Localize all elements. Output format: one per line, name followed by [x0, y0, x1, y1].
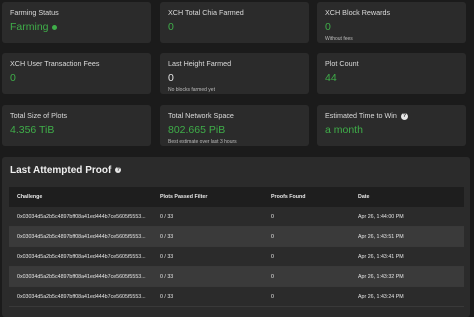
- farming-status-card: Farming Status Farming: [2, 2, 151, 43]
- card-value: 4.356 TiB: [10, 124, 55, 136]
- challenge-cell: 0x03034d5a2b5c4897bff08a41ed444b7ce5605f…: [17, 273, 146, 280]
- card-value: 0: [325, 21, 331, 33]
- total-chia-farmed-card: XCH Total Chia Farmed 0: [160, 2, 309, 43]
- column-header-plots-passed[interactable]: Plots Passed Filter: [152, 194, 263, 200]
- total-network-space-card: Total Network Space 802.665 PiB Best est…: [160, 105, 309, 146]
- plots-cell: 0 / 33: [160, 233, 174, 240]
- card-subtext: Best estimate over last 3 hours: [168, 139, 237, 145]
- card-value: a month: [325, 124, 363, 136]
- table-header: Challenge Plots Passed Filter Proofs Fou…: [9, 187, 464, 207]
- card-label: Plot Count: [325, 59, 359, 68]
- help-icon[interactable]: ?: [115, 167, 122, 174]
- challenge-cell: 0x03034d5a2b5c4897bff08a41ed444b7ce5605f…: [17, 293, 146, 300]
- proofs-cell: 0: [271, 273, 274, 280]
- card-label: Farming Status: [10, 8, 59, 17]
- column-header-challenge[interactable]: Challenge: [9, 194, 152, 200]
- card-label: Estimated Time to Win?: [325, 111, 458, 120]
- last-height-farmed-card: Last Height Farmed 0 No blocks farmed ye…: [160, 53, 309, 94]
- card-value: 0: [168, 21, 174, 33]
- plots-cell: 0 / 33: [160, 293, 174, 300]
- column-header-proofs-found[interactable]: Proofs Found: [263, 194, 350, 200]
- card-value: Farming: [10, 21, 143, 34]
- table-row[interactable]: 0x03034d5a2b5c4897bff08a41ed444b7ce5605f…: [9, 247, 464, 267]
- farming-status-value: Farming: [10, 21, 49, 33]
- proof-table: Challenge Plots Passed Filter Proofs Fou…: [9, 187, 464, 307]
- table-row[interactable]: 0x03034d5a2b5c4897bff08a41ed444b7ce5605f…: [9, 207, 464, 227]
- date-cell: Apr 26, 1:43:51 PM: [358, 233, 404, 240]
- card-subtext: Without fees: [325, 36, 353, 42]
- proofs-cell: 0: [271, 293, 274, 300]
- card-subtext: No blocks farmed yet: [168, 87, 215, 93]
- help-icon[interactable]: ?: [400, 112, 408, 120]
- proofs-cell: 0: [271, 213, 274, 220]
- challenge-cell: 0x03034d5a2b5c4897bff08a41ed444b7ce5605f…: [17, 233, 146, 240]
- card-value: 0: [10, 72, 16, 84]
- challenge-cell: 0x03034d5a2b5c4897bff08a41ed444b7ce5605f…: [17, 213, 146, 220]
- user-transaction-fees-card: XCH User Transaction Fees 0: [2, 53, 151, 94]
- estimated-time-to-win-card: Estimated Time to Win? a month: [317, 105, 466, 146]
- date-cell: Apr 26, 1:43:41 PM: [358, 253, 404, 260]
- proofs-cell: 0: [271, 253, 274, 260]
- date-cell: Apr 26, 1:44:00 PM: [358, 213, 404, 220]
- card-value: 802.665 PiB: [168, 124, 226, 136]
- plots-cell: 0 / 33: [160, 273, 174, 280]
- challenge-cell: 0x03034d5a2b5c4897bff08a41ed444b7ce5605f…: [17, 253, 146, 260]
- table-row[interactable]: 0x03034d5a2b5c4897bff08a41ed444b7ce5605f…: [9, 287, 464, 307]
- card-label: XCH Total Chia Farmed: [168, 8, 244, 17]
- card-label: XCH Block Rewards: [325, 8, 391, 17]
- card-label: XCH User Transaction Fees: [10, 59, 100, 68]
- total-size-of-plots-card: Total Size of Plots 4.356 TiB: [2, 105, 151, 146]
- column-header-date[interactable]: Date: [350, 194, 464, 200]
- table-row[interactable]: 0x03034d5a2b5c4897bff08a41ed444b7ce5605f…: [9, 267, 464, 287]
- card-label: Total Size of Plots: [10, 111, 68, 120]
- status-dot-icon: [51, 24, 57, 30]
- plot-count-card: Plot Count 44: [317, 53, 466, 94]
- card-label-text: Estimated Time to Win: [325, 111, 397, 120]
- plots-cell: 0 / 33: [160, 253, 174, 260]
- block-rewards-card: XCH Block Rewards 0 Without fees: [317, 2, 466, 43]
- proofs-cell: 0: [271, 233, 274, 240]
- card-value: 0: [168, 72, 174, 84]
- proof-title-text: Last Attempted Proof: [10, 165, 112, 176]
- date-cell: Apr 26, 1:43:24 PM: [358, 293, 404, 300]
- card-label: Last Height Farmed: [168, 59, 232, 68]
- card-value: 44: [325, 72, 337, 84]
- date-cell: Apr 26, 1:43:32 PM: [358, 273, 404, 280]
- last-attempted-proof-panel: Last Attempted Proof? Challenge Plots Pa…: [2, 157, 470, 317]
- table-row[interactable]: 0x03034d5a2b5c4897bff08a41ed444b7ce5605f…: [9, 227, 464, 247]
- plots-cell: 0 / 33: [160, 213, 174, 220]
- card-label: Total Network Space: [168, 111, 234, 120]
- proof-title: Last Attempted Proof?: [10, 165, 122, 176]
